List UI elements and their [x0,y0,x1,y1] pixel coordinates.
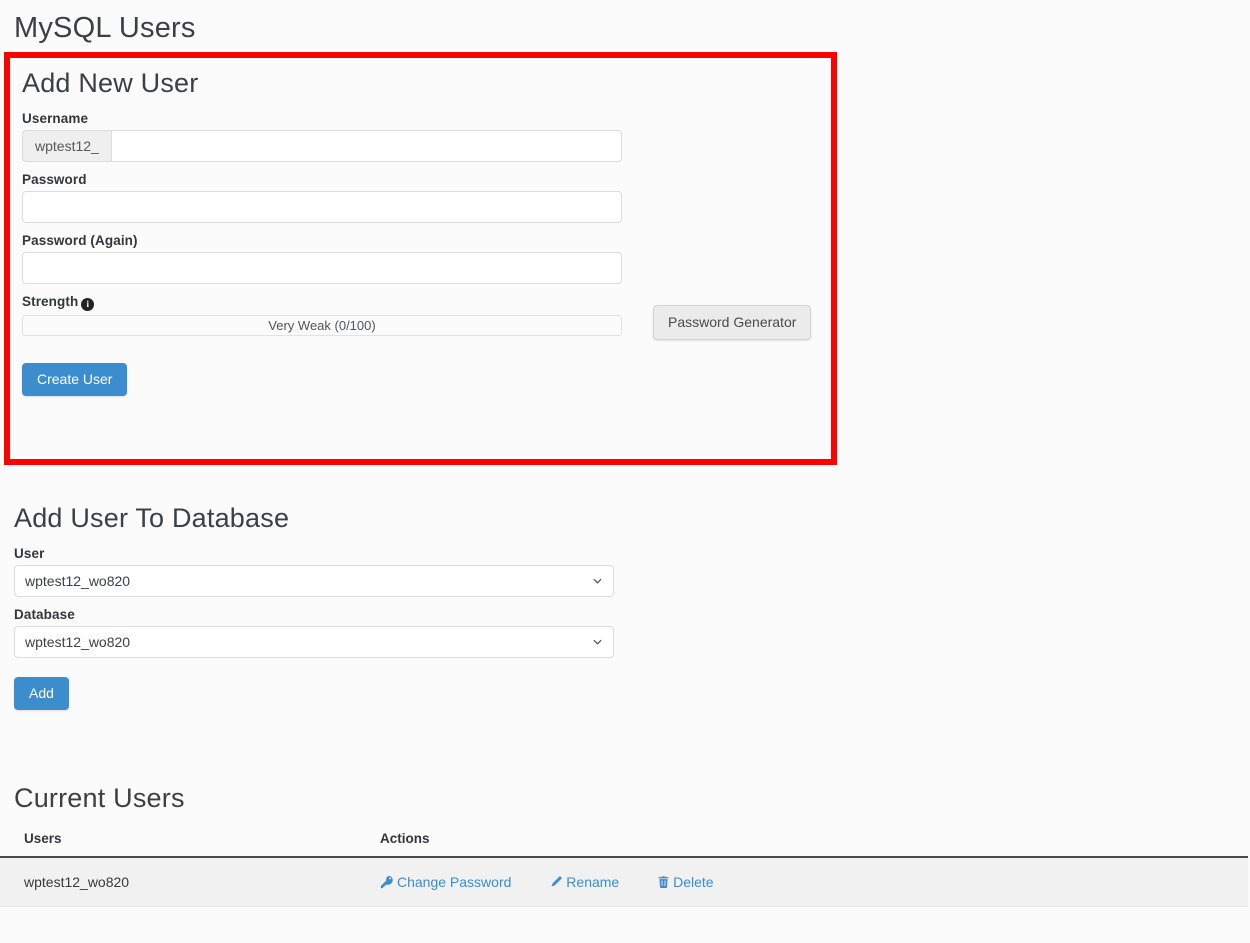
key-icon [380,875,393,889]
strength-row: Very Weak (0/100) Password Generator [22,305,831,340]
delete-link[interactable]: Delete [657,874,714,890]
change-password-label: Change Password [397,874,512,890]
user-name-cell: wptest12_wo820 [0,857,356,907]
password-strength-text: Very Weak (0/100) [268,318,376,333]
create-user-button[interactable]: Create User [22,363,128,396]
username-input[interactable] [110,130,622,162]
password-generator-button[interactable]: Password Generator [653,305,812,340]
page-title: MySQL Users [14,12,196,44]
user-actions-cell: Change Password Rename Delete [356,857,1248,907]
username-prefix-addon: wptest12_ [22,130,111,162]
table-row: wptest12_wo820 Change Password Rename De… [0,857,1248,907]
password-strength-meter: Very Weak (0/100) [22,315,622,336]
username-label: Username [22,111,89,126]
chevron-down-icon [593,639,602,645]
trash-icon [658,876,669,889]
info-icon[interactable]: i [81,298,95,311]
rename-link[interactable]: Rename [549,874,623,890]
user-select-value: wptest12_wo820 [25,573,131,589]
rename-label: Rename [566,874,620,890]
password-input[interactable] [22,191,622,223]
current-users-table: Users Actions wptest12_wo820 Change Pass… [0,827,1248,907]
strength-label-text: Strength [22,294,79,309]
user-select[interactable]: wptest12_wo820 [14,565,614,597]
add-user-to-database-heading: Add User To Database [14,503,290,533]
column-header-users: Users [0,827,356,858]
database-select-label: Database [14,607,75,622]
password-label: Password [22,172,87,187]
column-header-actions: Actions [356,827,1248,858]
pencil-icon [551,876,563,887]
add-new-user-heading: Add New User [22,68,199,98]
change-password-link[interactable]: Change Password [380,874,515,890]
password-again-label: Password (Again) [22,233,138,248]
current-users-heading: Current Users [14,783,185,813]
current-users-section: Current Users Users Actions wptest12_wo8… [0,780,1250,907]
delete-label: Delete [673,874,714,890]
table-header-row: Users Actions [0,827,1248,858]
chevron-down-icon [593,578,602,584]
username-input-group: wptest12_ [22,130,622,162]
add-user-to-database-button[interactable]: Add [14,677,69,710]
add-user-to-database-section: Add User To Database User wptest12_wo820… [14,500,714,710]
password-again-input[interactable] [22,252,622,284]
database-select-value: wptest12_wo820 [25,634,131,650]
database-select[interactable]: wptest12_wo820 [14,626,614,658]
add-new-user-highlight-region: Add New User Username wptest12_ Password… [4,52,837,465]
user-select-label: User [14,546,45,561]
